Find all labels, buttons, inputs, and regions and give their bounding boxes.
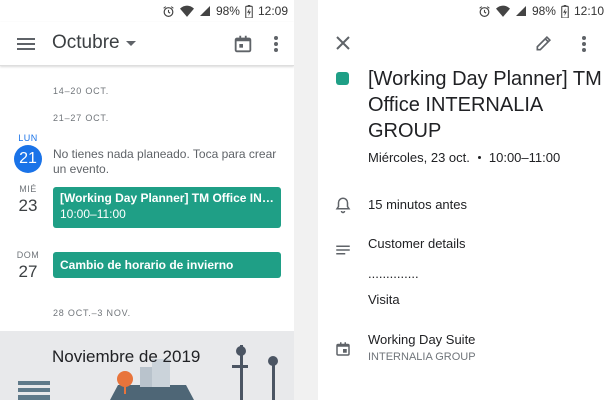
details-toolbar [318,22,610,66]
event-chip-title: Cambio de horario de invierno [60,258,234,272]
month-label: Octubre [52,32,120,53]
day-name: LUN [18,133,38,143]
empty-day-message[interactable]: No tienes nada planeado. Toca para crear… [53,147,289,177]
calendar-name: Working Day Suite [368,332,476,347]
notes-icon [336,245,350,255]
battery-percent: 98% [531,4,556,18]
day-name: DOM [16,250,40,260]
close-icon[interactable] [334,34,352,52]
event-details-screen: 98% 12:10 [Working Day Planner] TM Offic… [318,0,610,400]
day-number: 23 [18,196,38,215]
wifi-icon [179,5,194,17]
event-chip-time: 10:00–11:00 [60,207,126,221]
battery-charging-icon [561,4,569,18]
status-time: 12:09 [257,4,288,18]
status-bar: 98% 12:09 [0,0,294,22]
week-label: 21–27 OCT. [53,113,110,123]
status-time: 12:10 [573,4,604,18]
day-number: 21 [14,145,42,173]
more-vert-icon[interactable] [574,33,594,55]
day-name: MIÉ [19,184,37,194]
day-header[interactable]: DOM 27 [8,250,48,282]
description-line: .............. [368,266,419,281]
edit-pencil-icon[interactable] [534,33,554,53]
event-chip-title: [Working Day Planner] TM Office INTERNAL… [60,191,274,205]
event-date: Miércoles, 23 oct. [368,150,470,165]
signal-icon [515,6,526,16]
alarm-icon [479,5,490,17]
calendar-account: INTERNALIA GROUP [368,351,476,363]
status-bar: 98% 12:10 [318,0,610,22]
event-title: [Working Day Planner] TM Office INTERNAL… [368,68,602,142]
week-label: 14–20 OCT. [53,86,110,96]
caret-down-icon [125,40,136,46]
month-banner-title: Noviembre de 2019 [52,347,201,366]
calendar-schedule-screen: 98% 12:09 Octubre 14–20 OCT. 21–27 OCT. … [0,0,294,400]
event-chip[interactable]: [Working Day Planner] TM Office INTERNAL… [53,187,281,228]
month-banner: Noviembre de 2019 [0,331,294,400]
calendar-icon [336,342,350,356]
battery-charging-icon [245,4,253,18]
signal-icon [199,6,210,16]
separator-dot [477,156,481,159]
month-selector[interactable]: Octubre [52,32,136,54]
description-line: Customer details [368,236,466,251]
battery-percent: 98% [215,4,240,18]
wifi-icon [495,5,510,17]
description-line: Visita [368,292,400,307]
week-label: 28 OCT.–3 NOV. [53,308,131,318]
today-calendar-icon[interactable] [232,33,254,55]
day-header[interactable]: MIÉ 23 [8,184,48,216]
bell-icon [335,197,351,214]
menu-icon[interactable] [14,33,38,55]
reminder-text[interactable]: 15 minutos antes [368,197,467,212]
event-color-swatch [336,72,349,85]
app-bar: Octubre [0,22,294,66]
event-time: 10:00–11:00 [488,150,561,165]
day-header-today[interactable]: LUN 21 [8,133,48,173]
event-datetime: Miércoles, 23 oct. 10:00–11:00 [368,150,560,165]
alarm-icon [163,5,174,17]
more-vert-icon[interactable] [266,33,286,55]
day-number: 27 [18,262,38,281]
screen-divider [294,0,318,400]
event-chip[interactable]: Cambio de horario de invierno [53,252,281,278]
